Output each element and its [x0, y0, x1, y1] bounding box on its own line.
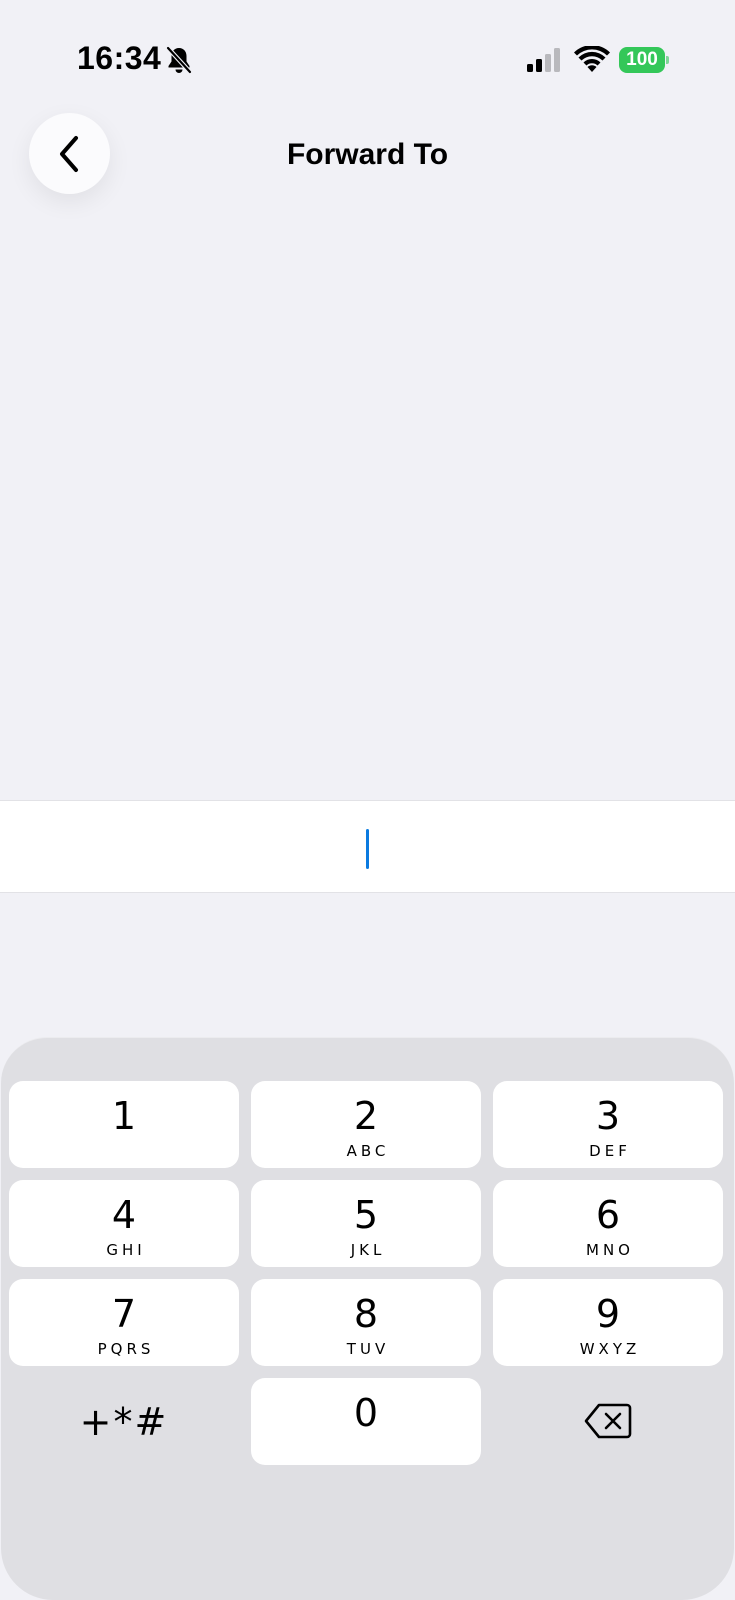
- cellular-signal-icon: [527, 48, 560, 72]
- key-1[interactable]: 1: [9, 1081, 239, 1168]
- status-time: 16:34: [77, 40, 162, 76]
- key-letters: DEF: [589, 1142, 631, 1160]
- symbols-key[interactable]: +*#: [9, 1378, 239, 1465]
- delete-button[interactable]: [493, 1378, 723, 1465]
- key-digit: 8: [353, 1292, 379, 1336]
- delete-backspace-icon: [584, 1403, 632, 1439]
- key-4[interactable]: 4 GHI: [9, 1180, 239, 1267]
- key-letters: MNO: [586, 1241, 634, 1259]
- battery-icon: 100: [619, 47, 669, 73]
- key-digit: 0: [353, 1391, 379, 1435]
- key-0[interactable]: 0: [251, 1378, 481, 1465]
- key-digit: 3: [595, 1094, 621, 1138]
- key-2[interactable]: 2 ABC: [251, 1081, 481, 1168]
- key-9[interactable]: 9 WXYZ: [493, 1279, 723, 1366]
- battery-tip: [666, 56, 669, 64]
- key-digit: 1: [111, 1094, 137, 1138]
- dial-keypad: 1 2 ABC 3 DEF 4 GHI 5 JKL 6 MNO 7 PQRS 8…: [1, 1037, 734, 1600]
- key-digit: 4: [111, 1193, 137, 1237]
- key-digit: 9: [595, 1292, 621, 1336]
- key-3[interactable]: 3 DEF: [493, 1081, 723, 1168]
- symbols-label: +*#: [79, 1400, 169, 1444]
- key-digit: 7: [111, 1292, 137, 1336]
- page-title: Forward To: [286, 138, 449, 171]
- bell-slash-icon: [166, 46, 192, 74]
- key-6[interactable]: 6 MNO: [493, 1180, 723, 1267]
- key-letters: PQRS: [97, 1340, 155, 1358]
- key-digit: 5: [353, 1193, 379, 1237]
- text-caret: [366, 829, 369, 869]
- key-letters: TUV: [346, 1340, 390, 1358]
- wifi-icon: [574, 46, 610, 72]
- status-bar: 16:34 100: [0, 0, 735, 110]
- key-7[interactable]: 7 PQRS: [9, 1279, 239, 1366]
- key-8[interactable]: 8 TUV: [251, 1279, 481, 1366]
- key-5[interactable]: 5 JKL: [251, 1180, 481, 1267]
- key-digit: 2: [353, 1094, 379, 1138]
- battery-level: 100: [619, 47, 665, 73]
- key-digit: 6: [595, 1193, 621, 1237]
- phone-number-input[interactable]: [0, 800, 735, 893]
- key-letters: JKL: [350, 1241, 386, 1259]
- key-letters: GHI: [106, 1241, 146, 1259]
- key-letters: ABC: [346, 1142, 390, 1160]
- key-letters: WXYZ: [579, 1340, 641, 1358]
